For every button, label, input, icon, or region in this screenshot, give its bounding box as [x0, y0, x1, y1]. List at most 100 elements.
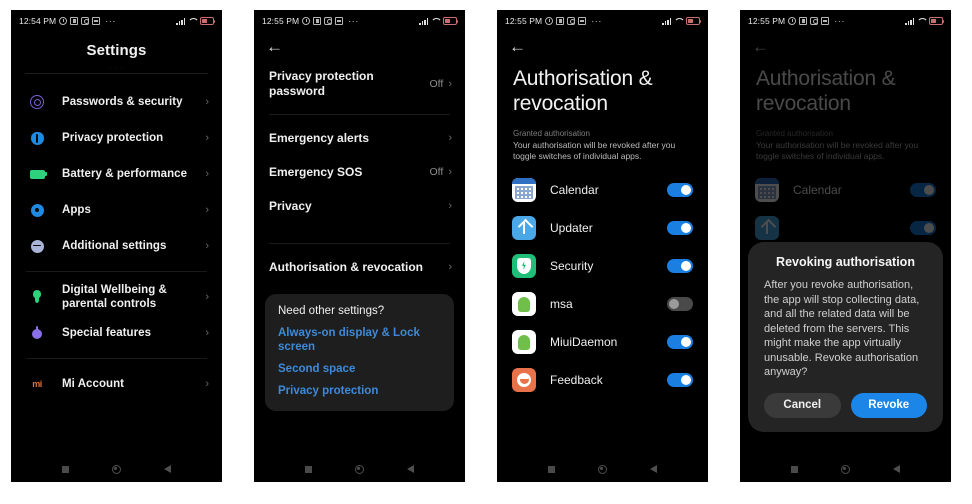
toggle-security[interactable] — [667, 259, 693, 273]
status-time: 12:55 PM — [262, 16, 300, 26]
back-button[interactable]: ← — [497, 32, 531, 60]
section-label: Granted authorisation — [513, 129, 590, 138]
page-title: Authorisation & revocation — [513, 67, 653, 115]
signal-icon — [905, 17, 914, 25]
screenshot-icon — [335, 17, 344, 25]
revoke-button[interactable]: Revoke — [850, 392, 927, 418]
list-item-privacy[interactable]: Privacy › — [254, 189, 465, 223]
sidebar-item-mi-account[interactable]: mi Mi Account › — [11, 366, 222, 402]
list-item-security[interactable]: Security — [497, 247, 708, 285]
back-triangle-icon[interactable] — [163, 465, 171, 473]
do-not-disturb-icon — [810, 17, 819, 25]
cancel-button[interactable]: Cancel — [764, 392, 841, 418]
toggle-calendar[interactable] — [910, 183, 936, 197]
toggle-miuidaemon[interactable] — [667, 335, 693, 349]
chevron-right-icon: › — [205, 96, 209, 108]
list-item-calendar[interactable]: Calendar — [497, 171, 708, 209]
header-divider — [25, 73, 208, 74]
toggle-updater[interactable] — [910, 221, 936, 235]
status-bar: 12:55 PM ··· — [497, 10, 708, 32]
sidebar-item-digital-wellbeing[interactable]: Digital Wellbeing & parental controls › — [11, 279, 222, 315]
list-divider — [269, 243, 450, 244]
phone-panel-revoking-dialog: 12:55 PM ··· ← Authorisation & revocatio… — [740, 10, 951, 482]
app-name: Calendar — [793, 183, 842, 197]
recents-square-icon[interactable] — [548, 465, 556, 473]
back-button[interactable]: ← — [740, 32, 774, 60]
screenshot-stage: 12:54 PM ··· Settings · · · Passwords & … — [0, 0, 972, 504]
sidebar-item-privacy-protection[interactable]: Privacy protection › — [11, 120, 222, 156]
recents-square-icon[interactable] — [62, 465, 70, 473]
screen-record-icon — [70, 17, 79, 25]
status-bar-right — [419, 17, 459, 25]
toggle-feedback[interactable] — [667, 373, 693, 387]
sidebar-item-special-features[interactable]: Special features › — [11, 315, 222, 351]
card-heading: Need other settings? — [278, 305, 385, 317]
calendar-app-icon — [755, 178, 779, 202]
list-item-msa[interactable]: msa — [497, 285, 708, 323]
navigation-bar — [740, 456, 951, 482]
sidebar-item-additional-settings[interactable]: Additional settings › — [11, 228, 222, 264]
list-item-feedback[interactable]: Feedback — [497, 361, 708, 399]
back-button[interactable]: ← — [254, 32, 288, 60]
privacy-settings-list: Privacy protection password Off › Emerge… — [254, 60, 465, 284]
home-circle-icon[interactable] — [354, 464, 364, 474]
special-features-icon — [26, 326, 48, 340]
status-bar: 12:54 PM ··· — [11, 10, 222, 32]
link-privacy-protection[interactable]: Privacy protection — [278, 384, 441, 398]
toggle-msa[interactable] — [667, 297, 693, 311]
list-item-emergency-alerts[interactable]: Emergency alerts › — [254, 121, 465, 155]
dimmed-background-content: ← Authorisation & revocation Granted aut… — [740, 32, 951, 247]
status-time: 12:55 PM — [748, 16, 786, 26]
screenshot-icon — [578, 17, 587, 25]
list-divider — [269, 114, 450, 115]
dialog-title: Revoking authorisation — [776, 255, 915, 269]
chevron-right-icon: › — [448, 78, 452, 90]
toggle-calendar[interactable] — [667, 183, 693, 197]
navigation-bar — [11, 456, 222, 482]
link-always-on-display[interactable]: Always-on display & Lock screen — [278, 326, 441, 354]
back-triangle-icon[interactable] — [649, 465, 657, 473]
list-item-updater[interactable]: Updater — [497, 209, 708, 247]
fingerprint-icon — [26, 95, 48, 109]
status-bar-right — [662, 17, 702, 25]
list-item-privacy-protection-password[interactable]: Privacy protection password Off › — [254, 60, 465, 108]
back-triangle-icon[interactable] — [892, 465, 900, 473]
list-item-label: Privacy protection password — [269, 69, 374, 98]
settings-item-label: Mi Account — [62, 378, 125, 390]
alarm-icon — [59, 17, 68, 25]
status-bar-left: 12:54 PM ··· — [19, 16, 116, 26]
status-time: 12:54 PM — [19, 16, 57, 26]
list-item-authorisation-revocation[interactable]: Authorisation & revocation › — [254, 250, 465, 284]
settings-item-label: Apps — [62, 204, 91, 216]
screen-record-icon — [799, 17, 808, 25]
signal-icon — [419, 17, 428, 25]
wifi-icon — [188, 17, 197, 25]
alarm-icon — [788, 17, 797, 25]
list-item-label: Emergency SOS — [269, 164, 363, 179]
list-item-calendar[interactable]: Calendar — [740, 171, 951, 209]
gear-icon — [26, 203, 48, 217]
link-second-space[interactable]: Second space — [278, 362, 441, 376]
recents-square-icon[interactable] — [791, 465, 799, 473]
sidebar-item-passwords-security[interactable]: Passwords & security › — [11, 84, 222, 120]
settings-list: Passwords & security › Privacy protectio… — [11, 84, 222, 402]
recents-square-icon[interactable] — [305, 465, 313, 473]
shield-icon — [26, 131, 48, 145]
sidebar-item-battery-performance[interactable]: Battery & performance › — [11, 156, 222, 192]
home-circle-icon[interactable] — [840, 464, 850, 474]
home-circle-icon[interactable] — [111, 464, 121, 474]
section-description: Your authorisation will be revoked after… — [756, 140, 919, 161]
list-item-emergency-sos[interactable]: Emergency SOS Off › — [254, 155, 465, 189]
navigation-bar — [497, 456, 708, 482]
list-item-miuidaemon[interactable]: MiuiDaemon — [497, 323, 708, 361]
back-triangle-icon[interactable] — [406, 465, 414, 473]
chevron-right-icon: › — [448, 132, 452, 144]
screen-record-icon — [556, 17, 565, 25]
app-name: Updater — [550, 221, 593, 235]
wellbeing-icon — [26, 290, 48, 304]
section-description: Your authorisation will be revoked after… — [513, 140, 676, 161]
sidebar-item-apps[interactable]: Apps › — [11, 192, 222, 228]
more-dots-icon: ··· — [591, 16, 602, 26]
home-circle-icon[interactable] — [597, 464, 607, 474]
toggle-updater[interactable] — [667, 221, 693, 235]
